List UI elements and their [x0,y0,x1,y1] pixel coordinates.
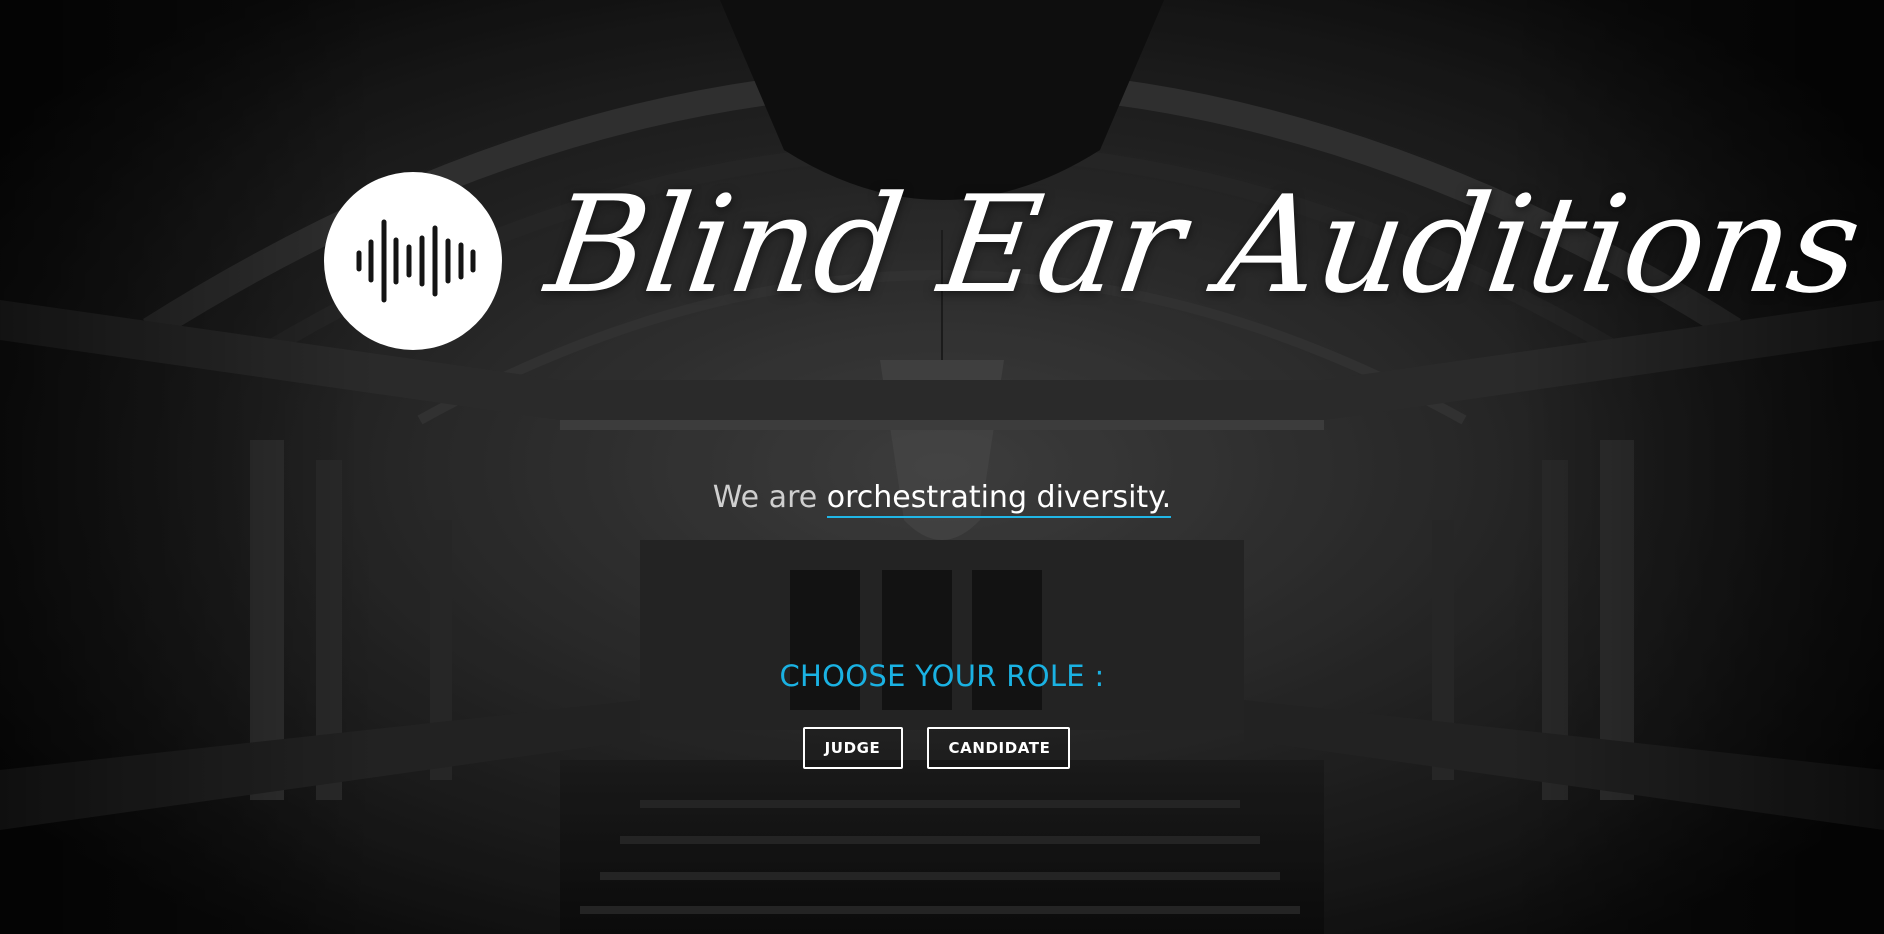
hero-section: Blind Ear Auditions We are orchestrating… [0,0,1884,934]
landing-page: Blind Ear Auditions We are orchestrating… [0,0,1884,934]
candidate-button[interactable]: CANDIDATE [926,727,1070,769]
tagline-highlight: orchestrating diversity. [826,480,1172,518]
sound-wave-icon [356,219,476,303]
brand-logo [324,172,502,350]
choose-role-heading: CHOOSE YOUR ROLE : [779,659,1105,693]
tagline-lead: We are [712,480,827,515]
tagline: We are orchestrating diversity. [0,476,1884,520]
role-button-group: JUDGE CANDIDATE [0,727,1884,769]
judge-button[interactable]: JUDGE [802,727,903,769]
site-title: Blind Ear Auditions [538,167,1869,323]
